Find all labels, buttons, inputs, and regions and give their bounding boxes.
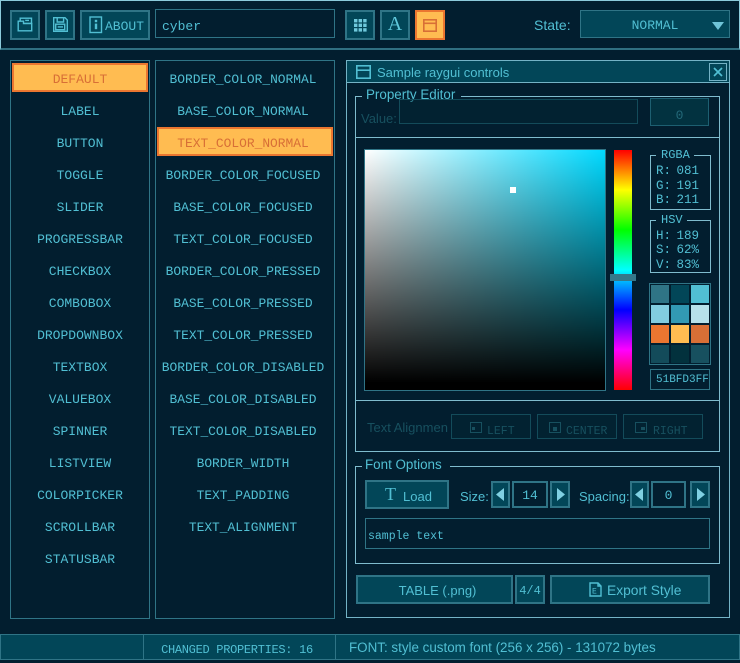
svg-text:E: E (592, 588, 597, 597)
